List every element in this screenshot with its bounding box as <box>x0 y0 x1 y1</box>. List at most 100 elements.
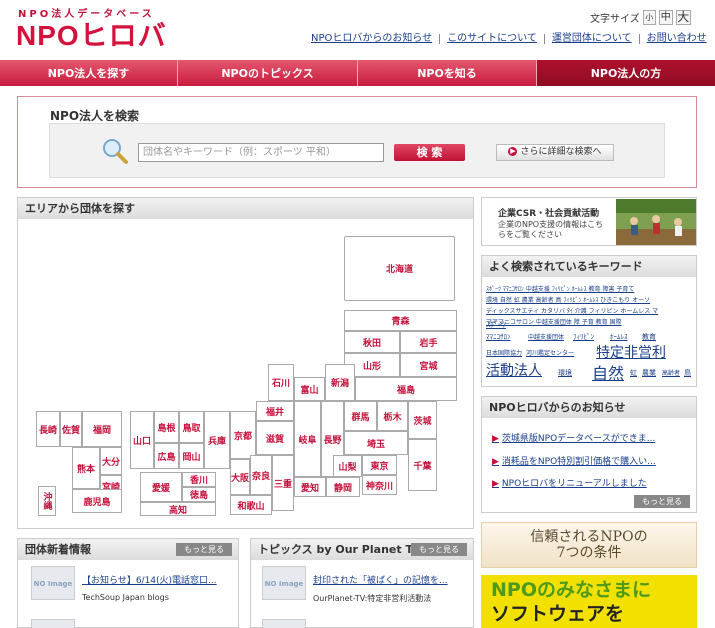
pref-ibaraki[interactable]: 茨城 <box>408 401 437 439</box>
search-input[interactable]: 団体名やキーワード（例：スポーツ 平和） <box>138 143 384 162</box>
software-banner[interactable]: NPOのみなさまに ソフトウェアを <box>481 575 697 628</box>
keyword-elderly[interactable]: 高齢者 <box>662 368 680 377</box>
nav-find-npo[interactable]: NPO法人を探す <box>0 60 178 86</box>
pref-hiroshima[interactable]: 広島 <box>154 443 179 469</box>
notice-item-3[interactable]: ▶ NPOヒロバをリニューアルしました <box>492 476 647 489</box>
keyword-environment[interactable]: 環境 <box>558 368 572 378</box>
pref-hokkaido[interactable]: 北海道 <box>344 236 455 301</box>
header-links: NPOヒロバからのお知らせ このサイトについて 運営団体について お問い合わせ <box>311 34 714 44</box>
link-operator[interactable]: 運営団体について <box>543 34 639 44</box>
pref-tottori[interactable]: 鳥取 <box>179 411 204 443</box>
pref-toyama[interactable]: 富山 <box>294 377 325 401</box>
pref-gunma[interactable]: 群馬 <box>344 401 377 431</box>
pref-yamaguchi[interactable]: 山口 <box>130 411 154 469</box>
pref-tochigi[interactable]: 栃木 <box>377 401 408 431</box>
pref-gifu[interactable]: 岐阜 <box>294 401 321 477</box>
news-more-button[interactable]: もっと見る <box>176 543 232 556</box>
keyword-row[interactable]: ｽﾎﾟｰﾂ ﾏﾏﾆｺｻﾛﾝ 中越支援 ﾌｨﾘﾋﾟﾝ ﾎｰﾑﾚｽ 教育 障害 子育… <box>486 284 692 295</box>
pref-miyagi[interactable]: 宮城 <box>400 353 457 377</box>
magnifier-icon <box>103 139 128 164</box>
trusted-npo-banner[interactable]: 信頼されるNPOの 7つの条件 <box>481 522 697 568</box>
keyword-japan-intl[interactable]: 日本国際協力 <box>486 348 522 357</box>
keyword-katsudo[interactable]: 活動法人 <box>486 360 542 380</box>
topics-more-button[interactable]: もっと見る <box>411 543 467 556</box>
news-item-link[interactable]: 【お知らせ】6/14(火)電話窓口... <box>82 573 217 586</box>
notice-title: NPOヒロバからのお知らせ <box>482 397 696 418</box>
link-contact[interactable]: お問い合わせ <box>638 34 714 44</box>
pref-saga[interactable]: 佐賀 <box>60 411 82 447</box>
pref-kagawa[interactable]: 香川 <box>182 472 216 487</box>
keyword-rainbow[interactable]: 虹 <box>630 368 637 378</box>
pref-kanagawa[interactable]: 神奈川 <box>362 475 397 495</box>
pref-wakayama[interactable]: 和歌山 <box>230 495 272 515</box>
arrow-right-icon: ▶ <box>492 479 499 489</box>
keyword-row[interactable]: ディックスサエティ カタリバ ﾀｲ 介護 フィリピン ホームレス マ <box>486 306 692 317</box>
keyword-tokutei[interactable]: 特定非営利 <box>596 342 666 362</box>
keyword-row[interactable]: マママニコサロン 中越支援団体 障 子育 教育 国際 <box>486 317 692 328</box>
pref-fukuoka[interactable]: 福岡 <box>82 411 122 447</box>
pref-shiga[interactable]: 滋賀 <box>256 421 294 455</box>
keyword-bird[interactable]: 鳥 <box>684 368 691 378</box>
keyword-agriculture[interactable]: 農業 <box>642 368 656 378</box>
pref-ehime[interactable]: 愛媛 <box>140 472 182 502</box>
site-logo[interactable]: NPOヒロバ <box>16 14 167 54</box>
pref-tokyo[interactable]: 東京 <box>362 455 397 475</box>
area-search-panel: エリアから団体を探す 北海道 青森 秋田 岩手 山形 宮城 福島 石川 富山 新… <box>17 197 474 529</box>
keyword-chuetsu[interactable]: 中越支援団体 <box>528 332 564 341</box>
pref-yamanashi[interactable]: 山梨 <box>333 455 362 477</box>
pref-fukushima[interactable]: 福島 <box>355 377 457 401</box>
pref-shizuoka[interactable]: 静岡 <box>326 477 360 497</box>
pref-aomori[interactable]: 青森 <box>344 310 457 331</box>
nav-npo-topics[interactable]: NPOのトピックス <box>178 60 358 86</box>
notice-more-button[interactable]: もっと見る <box>634 495 690 508</box>
pref-aichi[interactable]: 愛知 <box>294 477 326 497</box>
pref-oita[interactable]: 大分 <box>100 447 122 475</box>
keyword-homeless[interactable]: ﾎｰﾑﾚｽ <box>610 332 628 342</box>
keyword-education[interactable]: 教育 <box>642 332 656 342</box>
pref-kochi[interactable]: 高知 <box>140 502 216 516</box>
pref-fukui[interactable]: 福井 <box>256 401 294 421</box>
topics-item-link[interactable]: 封印された「被ばく」の記憶を... <box>313 573 448 586</box>
notice-item-1[interactable]: ▶ 茨城県版NPOデータベースができま... <box>492 431 655 444</box>
link-announcements[interactable]: NPOヒロバからのお知らせ <box>311 34 439 44</box>
advanced-search-button[interactable]: ▶ さらに詳細な検索へ <box>496 144 614 161</box>
pref-tokushima[interactable]: 徳島 <box>182 487 216 502</box>
keywords-title: よく検索されているキーワード <box>482 256 696 277</box>
banner2-line2: ソフトウェアを <box>491 603 625 625</box>
keyword-mamaniko[interactable]: ﾏﾏﾆｺｻﾛﾝ <box>486 332 511 342</box>
keyword-philippines[interactable]: ﾌｨﾘﾋﾟﾝ <box>573 332 594 342</box>
pref-niigata[interactable]: 新潟 <box>325 364 355 401</box>
font-size-medium-button[interactable]: 中 <box>658 10 673 25</box>
pref-shimane[interactable]: 島根 <box>154 411 179 443</box>
search-form: 団体名やキーワード（例：スポーツ 平和） 検 索 ▶ さらに詳細な検索へ <box>49 123 665 178</box>
pref-kumamoto[interactable]: 熊本 <box>72 447 100 489</box>
nav-for-npo[interactable]: NPO法人の方 <box>537 60 715 86</box>
area-title: エリアから団体を探す <box>18 198 473 219</box>
keyword-row[interactable]: 環境 自然 虹 農業 高齢者 鳥 ﾌｨﾘﾋﾟﾝ ﾎｰﾑﾚｽ ひきこもり オーソ <box>486 295 692 306</box>
pref-iwate[interactable]: 岩手 <box>400 331 457 353</box>
nav-know-npo[interactable]: NPOを知る <box>358 60 537 86</box>
pref-hyogo[interactable]: 兵庫 <box>204 411 230 469</box>
pref-mie[interactable]: 三重 <box>272 455 294 511</box>
pref-ishikawa[interactable]: 石川 <box>268 364 294 401</box>
pref-okinawa[interactable]: 沖縄 <box>38 486 56 516</box>
csr-banner[interactable]: 企業CSR・社会貢献活動 企業のNPO支援の情報はこちらをご覧ください <box>481 197 697 246</box>
pref-nara[interactable]: 奈良 <box>250 455 272 495</box>
pref-kyoto[interactable]: 京都 <box>230 411 256 459</box>
link-about-site[interactable]: このサイトについて <box>439 34 544 44</box>
pref-kagoshima[interactable]: 鹿児島 <box>72 489 122 513</box>
pref-chiba[interactable]: 千葉 <box>408 439 437 491</box>
pref-saitama[interactable]: 埼玉 <box>344 431 408 455</box>
font-size-small-button[interactable]: 小 <box>642 10 656 25</box>
keyword-river[interactable]: 河川鑑定センター <box>526 348 574 357</box>
font-size-large-button[interactable]: 大 <box>675 10 691 25</box>
search-button[interactable]: 検 索 <box>394 144 465 161</box>
notice-item-text: NPOヒロバをリニューアルしました <box>501 479 647 489</box>
pref-osaka[interactable]: 大阪 <box>230 459 250 495</box>
pref-akita[interactable]: 秋田 <box>344 331 400 353</box>
notice-item-2[interactable]: ▶ 消耗品をNPO特別割引価格で購入い... <box>492 454 656 467</box>
pref-nagasaki[interactable]: 長崎 <box>36 411 60 447</box>
keyword-sports[interactable]: ｽﾎﾟｰﾂ <box>486 319 506 330</box>
pref-okayama[interactable]: 岡山 <box>179 443 204 469</box>
keyword-nature[interactable]: 自然 <box>592 360 624 384</box>
